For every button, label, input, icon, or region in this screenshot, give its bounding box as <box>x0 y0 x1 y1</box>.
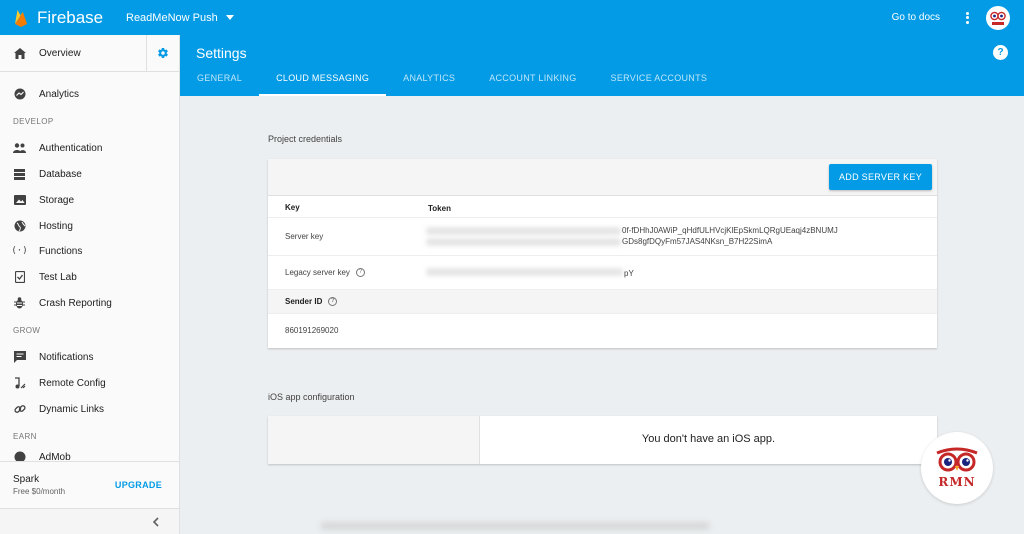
ios-config-heading: iOS app configuration <box>268 392 355 402</box>
top-app-bar: Firebase ReadMeNow Push Go to docs <box>0 0 1024 35</box>
column-header-token: Token <box>428 204 451 213</box>
server-key-token-line2[interactable]: GDs8gfDQyFm57JAS4NKsn_B7H22SimA <box>622 236 772 247</box>
database-icon <box>13 168 26 181</box>
credentials-card: ADD SERVER KEY Key Token Server key 0f-f… <box>268 159 937 348</box>
go-to-docs-link[interactable]: Go to docs <box>892 12 940 23</box>
sidebar-item-functions[interactable]: (·) Functions <box>0 241 179 261</box>
redacted-token <box>426 238 621 246</box>
section-header-earn: EARN <box>13 432 37 441</box>
table-row-sender-id-header: Sender ID? <box>268 290 937 314</box>
help-circle-icon[interactable]: ? <box>328 297 338 307</box>
server-key-token-line1[interactable]: 0f-fDHhJ0AWiP_qHdfULHVcjKlEpSkmLQRgUEaqj… <box>622 225 838 236</box>
settings-gear-button[interactable] <box>146 35 179 71</box>
table-row-server-key: Server key 0f-fDHhJ0AWiP_qHdfULHVcjKlEpS… <box>268 218 937 256</box>
sidebar-item-test-lab[interactable]: Test Lab <box>0 267 179 287</box>
sidebar-item-label: Database <box>39 168 82 180</box>
help-icon[interactable]: ? <box>993 45 1008 60</box>
ios-app-list <box>268 416 480 464</box>
brand-name: Firebase <box>37 7 104 27</box>
sidebar-item-hosting[interactable]: Hosting <box>0 216 179 236</box>
people-icon <box>13 142 26 155</box>
rmn-watermark-logo: RMN <box>921 432 993 504</box>
sidebar-item-label: Test Lab <box>39 271 77 283</box>
table-row-sender-id: 860191269020 <box>268 314 937 348</box>
globe-icon <box>13 220 26 233</box>
sidebar-item-crash-reporting[interactable]: Crash Reporting <box>0 293 179 313</box>
firebase-logo-icon <box>15 9 27 27</box>
music-note-icon <box>13 377 26 390</box>
sidebar: Overview Analytics DEVELOP Authenticatio… <box>0 35 180 534</box>
sidebar-item-authentication[interactable]: Authentication <box>0 138 179 158</box>
tab-account-linking[interactable]: ACCOUNT LINKING <box>472 72 593 96</box>
project-selector[interactable]: ReadMeNow Push <box>126 12 234 24</box>
section-header-grow: GROW <box>13 326 41 335</box>
legacy-server-key-label: Legacy server key? <box>285 268 365 278</box>
redacted-token <box>426 268 623 276</box>
sidebar-item-label: Crash Reporting <box>39 297 112 309</box>
sidebar-item-label: Authentication <box>39 142 103 154</box>
gear-icon <box>158 48 168 59</box>
column-header-key: Key <box>285 203 300 212</box>
sidebar-item-analytics[interactable]: Analytics <box>0 84 179 104</box>
redacted-content <box>320 522 710 530</box>
rmn-text: RMN <box>938 475 976 489</box>
sidebar-item-overview[interactable]: Overview <box>0 35 179 72</box>
sidebar-item-label: Storage <box>39 194 75 206</box>
checklist-icon <box>13 271 26 284</box>
legacy-key-token-suffix[interactable]: pY <box>624 268 634 279</box>
sidebar-item-label: Functions <box>39 245 83 257</box>
home-icon <box>13 47 26 60</box>
sidebar-item-label: Notifications <box>39 351 94 363</box>
project-credentials-heading: Project credentials <box>268 134 343 144</box>
more-vert-icon[interactable] <box>962 10 972 26</box>
section-header-develop: DEVELOP <box>13 117 54 126</box>
tab-service-accounts[interactable]: SERVICE ACCOUNTS <box>594 72 725 96</box>
chat-icon <box>13 351 26 364</box>
avatar-icon[interactable] <box>986 5 1010 30</box>
caret-down-icon <box>225 15 234 20</box>
sidebar-item-label: Dynamic Links <box>39 403 105 415</box>
plan-price: Free $0/month <box>13 487 66 496</box>
project-name: ReadMeNow Push <box>126 11 218 24</box>
tab-cloud-messaging[interactable]: CLOUD MESSAGING <box>259 72 387 96</box>
sidebar-item-remote-config[interactable]: Remote Config <box>0 373 179 393</box>
ios-config-card: You don't have an iOS app. <box>268 416 937 464</box>
sidebar-item-label: Analytics <box>39 88 80 100</box>
help-circle-icon[interactable]: ? <box>355 268 365 278</box>
card-toolbar: ADD SERVER KEY <box>268 159 937 196</box>
sidebar-item-label: Overview <box>39 47 81 59</box>
chevron-left-icon <box>152 516 159 527</box>
table-row-legacy-key: Legacy server key? pY <box>268 256 937 290</box>
sidebar-item-dynamic-links[interactable]: Dynamic Links <box>0 399 179 419</box>
plan-footer: Spark Free $0/month UPGRADE <box>0 461 179 508</box>
upgrade-button[interactable]: UPGRADE <box>115 480 162 490</box>
server-key-label: Server key <box>285 232 324 241</box>
sidebar-item-notifications[interactable]: Notifications <box>0 347 179 367</box>
brand[interactable]: Firebase <box>0 8 126 28</box>
sidebar-item-label: Hosting <box>39 220 73 232</box>
sidebar-item-label: Remote Config <box>39 377 106 389</box>
collapse-sidebar-button[interactable] <box>0 508 179 534</box>
storage-icon <box>13 194 26 207</box>
settings-tabs: GENERAL CLOUD MESSAGING ANALYTICS ACCOUN… <box>180 72 724 96</box>
table-header-row: Key Token <box>268 196 937 218</box>
settings-header: Settings ? GENERAL CLOUD MESSAGING ANALY… <box>180 35 1024 96</box>
functions-icon: (·) <box>11 246 28 256</box>
sender-id-label: Sender ID? <box>285 297 338 307</box>
bug-icon <box>13 297 26 310</box>
redacted-token <box>426 227 621 235</box>
sidebar-item-database[interactable]: Database <box>0 164 179 184</box>
tab-analytics[interactable]: ANALYTICS <box>386 72 472 96</box>
link-icon <box>13 403 26 416</box>
sender-id-value[interactable]: 860191269020 <box>285 326 338 335</box>
sidebar-item-storage[interactable]: Storage <box>0 190 179 210</box>
add-server-key-button[interactable]: ADD SERVER KEY <box>829 164 932 190</box>
ios-empty-message: You don't have an iOS app. <box>641 433 776 445</box>
plan-name: Spark <box>13 474 40 485</box>
page-title: Settings <box>196 45 247 61</box>
analytics-icon <box>13 88 26 101</box>
owl-eyes-icon <box>936 447 978 472</box>
tab-general[interactable]: GENERAL <box>180 72 259 96</box>
